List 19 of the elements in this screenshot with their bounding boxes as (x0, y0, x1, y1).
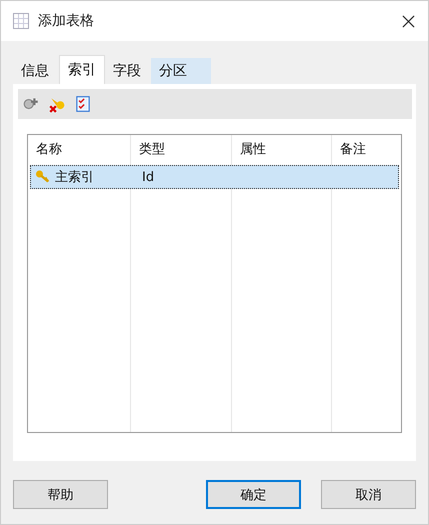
tab[interactable]: 字段 (105, 58, 151, 84)
dialog-button[interactable]: 确定 (206, 480, 301, 509)
key-icon (35, 169, 51, 185)
column-header[interactable]: 类型 (131, 140, 232, 158)
checklist-icon[interactable] (74, 95, 92, 113)
column-header[interactable]: 备注 (332, 140, 401, 158)
window-title: 添加表格 (38, 12, 94, 30)
tab[interactable]: 分区 (151, 58, 211, 84)
column-header[interactable]: 属性 (232, 140, 332, 158)
table-icon (13, 13, 29, 29)
table-row[interactable]: 主索引 Id (30, 165, 399, 189)
dialog-button[interactable]: 取消 (321, 480, 416, 509)
close-icon[interactable] (402, 14, 415, 28)
table-cell: Id (142, 170, 154, 184)
dialog-button[interactable]: 帮助 (13, 480, 108, 509)
tab[interactable]: 索引 (59, 55, 105, 84)
tab[interactable]: 信息 (13, 58, 59, 84)
column-header[interactable]: 名称 (28, 140, 131, 158)
table-cell-text: 主索引 (55, 169, 94, 186)
